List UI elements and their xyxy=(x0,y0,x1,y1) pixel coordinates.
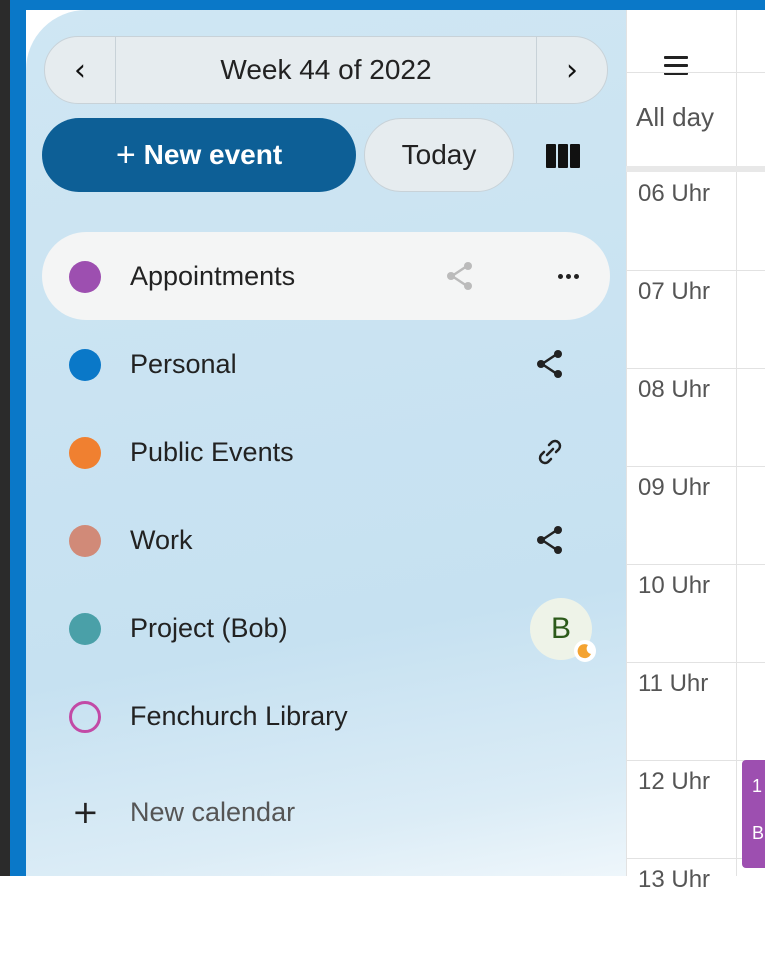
calendar-name: Public Events xyxy=(130,436,294,467)
window-top-accent xyxy=(10,0,765,10)
calendar-name: Project (Bob) xyxy=(130,612,288,643)
plus-icon: + xyxy=(72,793,99,831)
hour-label: 09 Uhr xyxy=(638,474,711,501)
hour-row[interactable]: 09 Uhr xyxy=(626,466,765,564)
week-grid: All day 06 Uhr 07 Uhr 08 Uhr 09 Uhr 10 U… xyxy=(626,10,765,893)
calendar-color-dot[interactable] xyxy=(69,349,101,381)
hour-row[interactable]: 13 Uhr xyxy=(626,858,765,956)
share-icon[interactable] xyxy=(532,522,568,558)
calendar-color-dot[interactable] xyxy=(69,261,101,293)
share-icon[interactable] xyxy=(532,346,568,382)
grid-divider xyxy=(626,72,765,73)
hour-row[interactable]: 07 Uhr xyxy=(626,270,765,368)
hour-label: 12 Uhr xyxy=(638,768,711,795)
hour-label: 07 Uhr xyxy=(638,278,711,305)
chevron-left-icon: ‹ xyxy=(74,52,86,88)
hour-label: 08 Uhr xyxy=(638,376,711,403)
hour-row[interactable]: 11 Uhr xyxy=(626,662,765,760)
event-snippet: 1 xyxy=(752,776,763,796)
calendar-color-dot[interactable] xyxy=(69,613,101,645)
hour-line xyxy=(626,270,765,271)
avatar-initial: B xyxy=(550,612,571,645)
hour-line xyxy=(626,368,765,369)
calendar-sidebar: ‹ Week 44 of 2022 › + New event Today Ap… xyxy=(26,10,626,876)
hour-line xyxy=(626,662,765,663)
calendar-color-dot[interactable] xyxy=(69,701,101,733)
week-label[interactable]: Week 44 of 2022 xyxy=(115,37,537,103)
calendar-color-dot[interactable] xyxy=(69,437,101,469)
hour-line xyxy=(626,466,765,467)
event-snippet: B xyxy=(752,823,765,843)
plus-icon: + xyxy=(115,135,136,174)
calendar-item-public-events[interactable]: Public Events xyxy=(42,408,610,496)
calendar-item-appointments[interactable]: Appointments xyxy=(42,232,610,320)
new-calendar-label: New calendar xyxy=(130,796,296,827)
today-button[interactable]: Today xyxy=(364,118,514,192)
hour-row[interactable]: 10 Uhr xyxy=(626,564,765,662)
previous-week-button[interactable]: ‹ xyxy=(45,37,116,103)
away-status-icon xyxy=(574,640,596,662)
share-icon[interactable] xyxy=(442,258,478,294)
more-options-icon[interactable] xyxy=(552,260,584,292)
calendar-event[interactable]: 1 B xyxy=(742,760,765,868)
calendar-name: Work xyxy=(130,524,193,555)
calendar-item-work[interactable]: Work xyxy=(42,496,610,584)
hour-label: 13 Uhr xyxy=(638,866,711,893)
new-event-label: New event xyxy=(143,139,283,170)
hour-label: 11 Uhr xyxy=(638,670,709,697)
calendar-name: Appointments xyxy=(130,260,296,291)
hour-label: 10 Uhr xyxy=(638,572,711,599)
calendar-name: Fenchurch Library xyxy=(130,700,348,731)
avatar[interactable]: B xyxy=(530,598,596,662)
hour-row[interactable]: 08 Uhr xyxy=(626,368,765,466)
week-navigator: ‹ Week 44 of 2022 › xyxy=(44,36,608,104)
chevron-right-icon: › xyxy=(566,52,578,88)
calendar-list: Appointments Personal Public Events Work… xyxy=(42,232,610,760)
link-icon[interactable] xyxy=(532,434,568,470)
window-frame xyxy=(0,0,10,876)
all-day-label: All day xyxy=(636,102,715,132)
calendar-item-fenchurch-library[interactable]: Fenchurch Library xyxy=(42,672,610,760)
hour-line xyxy=(626,564,765,565)
new-event-button[interactable]: + New event xyxy=(42,118,356,192)
hour-label: 06 Uhr xyxy=(638,180,711,207)
hour-row[interactable]: 06 Uhr xyxy=(626,172,765,270)
calendar-item-personal[interactable]: Personal xyxy=(42,320,610,408)
next-week-button[interactable]: › xyxy=(536,37,607,103)
calendar-color-dot[interactable] xyxy=(69,525,101,557)
window-left-accent xyxy=(10,0,26,876)
new-calendar-button[interactable]: + New calendar xyxy=(42,768,610,856)
calendar-item-project-bob[interactable]: Project (Bob) B xyxy=(42,584,610,672)
calendar-name: Personal xyxy=(130,348,237,379)
columns-icon[interactable] xyxy=(546,144,582,170)
